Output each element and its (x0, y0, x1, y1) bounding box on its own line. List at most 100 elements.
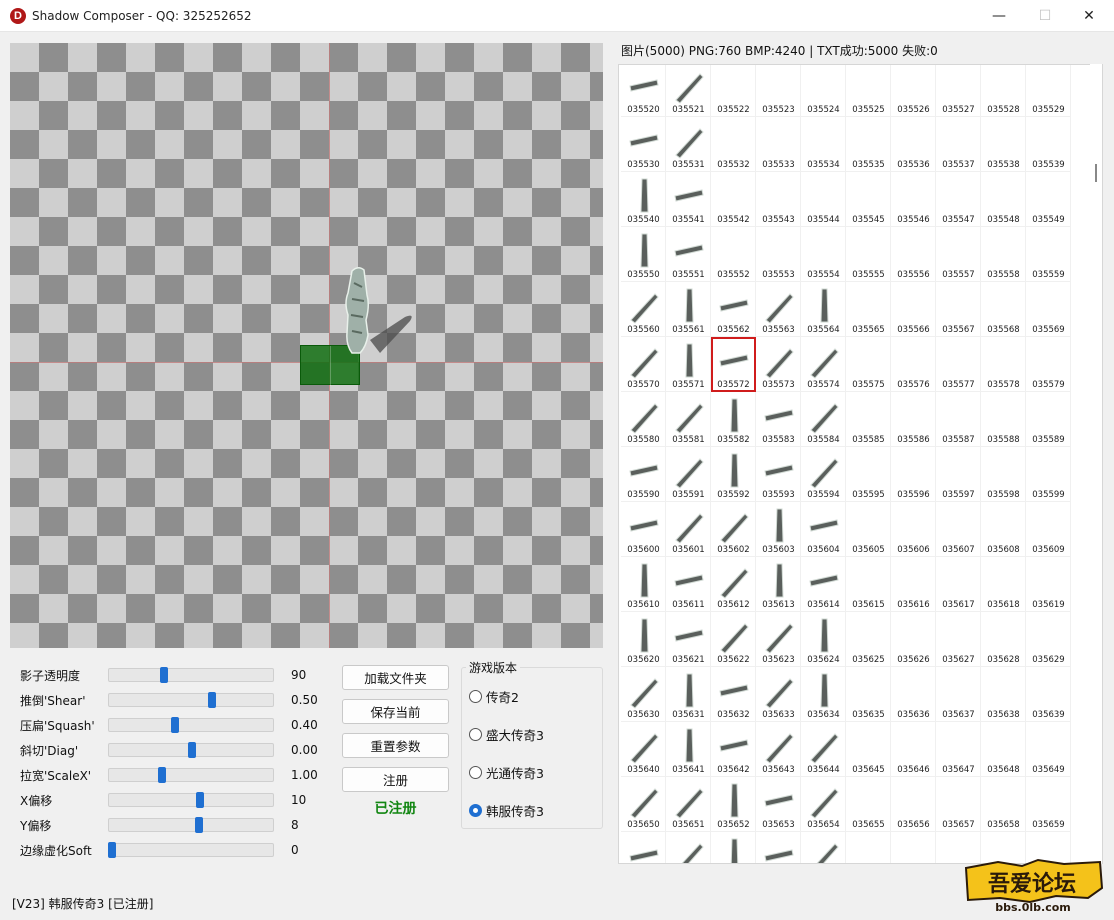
grid-cell[interactable]: 035626 (891, 612, 936, 667)
grid-cell[interactable]: 035595 (846, 447, 891, 502)
maximize-button[interactable]: ☐ (1022, 0, 1068, 32)
save-current-button[interactable]: 保存当前 (342, 699, 449, 724)
close-button[interactable]: ✕ (1066, 0, 1112, 32)
grid-cell[interactable]: 035604 (801, 502, 846, 557)
radio-option-shanda-chuanqi3[interactable]: 盛大传奇3 (469, 725, 544, 744)
grid-cell[interactable]: 035617 (936, 557, 981, 612)
grid-cell[interactable]: 035660 (621, 832, 666, 863)
grid-cell[interactable]: 035654 (801, 777, 846, 832)
grid-cell[interactable]: 035591 (666, 447, 711, 502)
grid-cell[interactable]: 035607 (936, 502, 981, 557)
grid-cell[interactable]: 035539 (1026, 117, 1071, 172)
grid-cell[interactable]: 035605 (846, 502, 891, 557)
grid-cell[interactable]: 035665 (846, 832, 891, 863)
grid-cell[interactable]: 035554 (801, 227, 846, 282)
grid-cell[interactable]: 035521 (666, 65, 711, 117)
grid-cell[interactable]: 035593 (756, 447, 801, 502)
grid-cell[interactable]: 035580 (621, 392, 666, 447)
grid-cell[interactable]: 035571 (666, 337, 711, 392)
grid-cell[interactable]: 035666 (891, 832, 936, 863)
grid-cell[interactable]: 035558 (981, 227, 1026, 282)
grid-cell[interactable]: 035636 (891, 667, 936, 722)
slider-thumb[interactable] (194, 817, 203, 833)
grid-cell[interactable]: 035551 (666, 227, 711, 282)
grid-cell[interactable]: 035625 (846, 612, 891, 667)
slider-thumb[interactable] (196, 792, 205, 808)
grid-cell[interactable]: 035663 (756, 832, 801, 863)
slider-thumb[interactable] (159, 667, 168, 683)
grid-cell[interactable]: 035656 (891, 777, 936, 832)
grid-cell[interactable]: 035567 (936, 282, 981, 337)
grid-cell[interactable]: 035525 (846, 65, 891, 117)
grid-cell[interactable]: 035641 (666, 722, 711, 777)
grid-cell[interactable]: 035540 (621, 172, 666, 227)
register-button[interactable]: 注册 (342, 767, 449, 792)
grid-cell[interactable]: 035528 (981, 65, 1026, 117)
grid-cell[interactable]: 035600 (621, 502, 666, 557)
grid-cell[interactable]: 035640 (621, 722, 666, 777)
slider-thumb[interactable] (207, 692, 216, 708)
grid-cell[interactable]: 035584 (801, 392, 846, 447)
grid-cell[interactable]: 035644 (801, 722, 846, 777)
grid-cell[interactable]: 035565 (846, 282, 891, 337)
grid-cell[interactable]: 035526 (891, 65, 936, 117)
grid-cell[interactable]: 035614 (801, 557, 846, 612)
radio-button[interactable] (469, 728, 482, 741)
grid-cell[interactable]: 035524 (801, 65, 846, 117)
grid-cell[interactable]: 035599 (1026, 447, 1071, 502)
slider-thumb[interactable] (158, 767, 167, 783)
grid-cell[interactable]: 035601 (666, 502, 711, 557)
grid-cell[interactable]: 035530 (621, 117, 666, 172)
grid-cell[interactable]: 035592 (711, 447, 756, 502)
grid-cell[interactable]: 035632 (711, 667, 756, 722)
grid-cell[interactable]: 035582 (711, 392, 756, 447)
grid-cell[interactable]: 035556 (891, 227, 936, 282)
grid-cell[interactable]: 035659 (1026, 777, 1071, 832)
grid-cell[interactable]: 035639 (1026, 667, 1071, 722)
grid-cell[interactable]: 035585 (846, 392, 891, 447)
grid-cell[interactable]: 035631 (666, 667, 711, 722)
grid-cell[interactable]: 035555 (846, 227, 891, 282)
slider-thumb[interactable] (108, 842, 117, 858)
grid-cell[interactable]: 035650 (621, 777, 666, 832)
grid-cell[interactable]: 035552 (711, 227, 756, 282)
grid-cell[interactable]: 035537 (936, 117, 981, 172)
grid-cell[interactable]: 035611 (666, 557, 711, 612)
grid-cell[interactable]: 035563 (756, 282, 801, 337)
grid-cell[interactable]: 035606 (891, 502, 936, 557)
grid-cell[interactable]: 035652 (711, 777, 756, 832)
grid-cell[interactable]: 035662 (711, 832, 756, 863)
grid-cell[interactable]: 035647 (936, 722, 981, 777)
grid-cell[interactable]: 035536 (891, 117, 936, 172)
grid-cell[interactable]: 035603 (756, 502, 801, 557)
grid-cell[interactable]: 035628 (981, 612, 1026, 667)
grid-cell[interactable]: 035560 (621, 282, 666, 337)
grid-cell[interactable]: 035621 (666, 612, 711, 667)
grid-cell[interactable]: 035643 (756, 722, 801, 777)
grid-cell[interactable]: 035634 (801, 667, 846, 722)
grid-cell[interactable]: 035616 (891, 557, 936, 612)
slider-track[interactable] (108, 792, 274, 808)
grid-cell[interactable]: 035561 (666, 282, 711, 337)
radio-option-guangtong-chuanqi3[interactable]: 光通传奇3 (469, 763, 544, 782)
radio-option-korean-chuanqi3[interactable]: 韩服传奇3 (469, 801, 544, 820)
grid-cell[interactable]: 035531 (666, 117, 711, 172)
slider-track[interactable] (108, 717, 274, 733)
slider-thumb[interactable] (171, 717, 180, 733)
grid-cell[interactable]: 035609 (1026, 502, 1071, 557)
grid-cell-selected[interactable]: 035572 (711, 337, 756, 392)
grid-cell[interactable]: 035575 (846, 337, 891, 392)
grid-cell[interactable]: 035610 (621, 557, 666, 612)
slider-track[interactable] (108, 767, 274, 783)
grid-cell[interactable]: 035627 (936, 612, 981, 667)
radio-button-selected[interactable] (469, 804, 482, 817)
grid-cell[interactable]: 035618 (981, 557, 1026, 612)
grid-cell[interactable]: 035658 (981, 777, 1026, 832)
grid-cell[interactable]: 035586 (891, 392, 936, 447)
grid-cell[interactable]: 035646 (891, 722, 936, 777)
grid-cell[interactable]: 035649 (1026, 722, 1071, 777)
grid-cell[interactable]: 035587 (936, 392, 981, 447)
grid-cell[interactable]: 035620 (621, 612, 666, 667)
grid-cell[interactable]: 035637 (936, 667, 981, 722)
grid-cell[interactable]: 035520 (621, 65, 666, 117)
